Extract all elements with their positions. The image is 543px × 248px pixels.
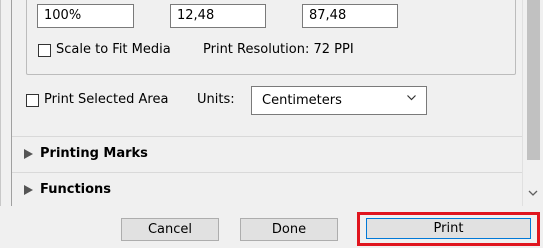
chevron-down-icon[interactable] [528, 188, 538, 198]
units-label: Units: [197, 92, 235, 107]
triangle-right-icon [24, 185, 33, 195]
units-selected-value: Centimeters [262, 93, 342, 108]
done-button[interactable]: Done [240, 218, 338, 241]
height-value: 12,48 [177, 8, 215, 23]
print-button-label: Print [433, 221, 464, 236]
cancel-button[interactable]: Cancel [121, 218, 219, 241]
triangle-right-icon [24, 149, 33, 159]
width-input[interactable]: 87,48 [302, 4, 398, 28]
print-settings-panel: 100% 12,48 87,48 Scale to Fit Media Prin… [0, 0, 524, 206]
vertical-scrollbar[interactable] [522, 0, 543, 206]
section-divider [12, 172, 522, 173]
section-printing-marks-label: Printing Marks [40, 146, 148, 161]
scale-to-fit-checkbox[interactable] [38, 44, 51, 57]
print-button[interactable]: Print [366, 218, 531, 239]
width-value: 87,48 [309, 8, 347, 23]
section-functions[interactable]: Functions [12, 176, 522, 206]
section-functions-label: Functions [40, 182, 112, 197]
print-selected-area-label: Print Selected Area [44, 92, 169, 107]
scale-percent-input[interactable]: 100% [37, 4, 134, 28]
scale-to-fit-label: Scale to Fit Media [56, 42, 171, 57]
height-input[interactable]: 12,48 [170, 4, 266, 28]
print-button-highlight: Print [357, 212, 540, 246]
print-selected-area-checkbox[interactable] [26, 94, 39, 107]
scale-percent-value: 100% [44, 8, 82, 23]
scaled-print-size-group: 100% 12,48 87,48 Scale to Fit Media Prin… [26, 0, 516, 75]
done-button-label: Done [271, 222, 307, 237]
section-divider [12, 136, 522, 137]
units-select[interactable]: Centimeters [251, 86, 427, 115]
scrollbar-thumb[interactable] [527, 0, 540, 160]
print-resolution-label: Print Resolution: 72 PPI [203, 42, 354, 57]
chevron-down-icon [407, 95, 416, 101]
cancel-button-label: Cancel [147, 222, 193, 237]
section-printing-marks[interactable]: Printing Marks [12, 140, 522, 170]
